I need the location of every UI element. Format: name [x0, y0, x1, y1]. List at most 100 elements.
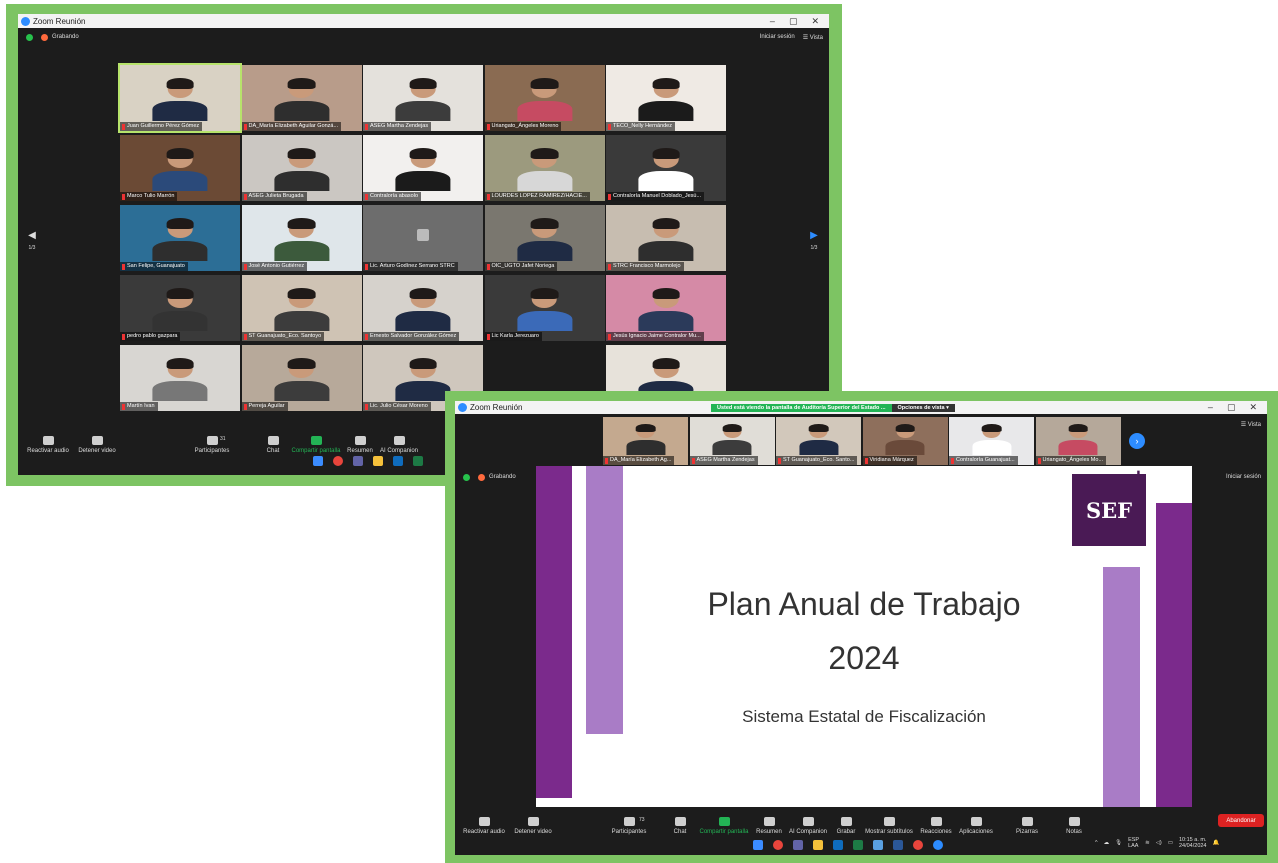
apps-button[interactable]: Aplicaciones — [955, 817, 997, 835]
ai-companion-button[interactable]: AI Companion — [376, 436, 422, 454]
video-tile[interactable]: ASEG Julieta Brugada — [241, 135, 362, 201]
video-tile[interactable]: Contraloría abasolo — [363, 135, 483, 201]
photos-icon[interactable] — [873, 840, 883, 850]
reactions-button[interactable]: Reacciones — [917, 817, 955, 835]
login-button[interactable]: Iniciar sesión — [1226, 474, 1261, 480]
maximize-icon[interactable]: ▢ — [789, 16, 798, 27]
chrome-icon-2[interactable] — [913, 840, 923, 850]
video-tile[interactable]: Contraloría Manuel Doblado_Jesú... — [606, 135, 726, 201]
next-page-button[interactable]: ▶ 1/3 — [806, 230, 822, 252]
tray-chevron-icon[interactable]: ^ — [1095, 840, 1098, 846]
muted-mic-icon — [365, 263, 368, 270]
zoom-taskbar-icon[interactable] — [933, 840, 943, 850]
video-tile[interactable]: TECO_Nelly Hernández — [606, 65, 726, 131]
view-button[interactable]: ☰ Vista — [1241, 421, 1261, 428]
strip-video-tile[interactable]: ASEG Martha Zendejas — [689, 417, 775, 465]
strip-video-tile[interactable]: DA_María Elizabeth Ag... — [603, 417, 688, 465]
video-tile[interactable]: Jesús Ignacio Jaime Contralor Mu... — [606, 275, 726, 341]
security-shield-icon[interactable] — [26, 33, 33, 41]
video-tile[interactable]: José Antonio Gutiérrez — [241, 205, 362, 271]
strip-video-tile[interactable]: Contraloría Guanajuat... — [949, 417, 1034, 465]
video-tile[interactable]: Ernesto Salvador González Gómez — [363, 275, 483, 341]
summary-button[interactable]: Resumen — [344, 436, 376, 454]
tray-network-icon[interactable]: ☁ — [1104, 840, 1110, 846]
tray-mic-icon[interactable]: 🎙 — [1115, 840, 1122, 846]
video-tile[interactable]: OIC_UGTO Jafet Noriega — [484, 205, 605, 271]
minimize-icon[interactable]: – — [1208, 402, 1213, 413]
chrome-icon[interactable] — [333, 456, 343, 466]
file-explorer-icon[interactable] — [373, 456, 383, 466]
whiteboards-button[interactable]: Pizarras — [1009, 817, 1045, 835]
close-icon[interactable]: ✕ — [811, 16, 819, 27]
strip-next-button[interactable]: › — [1129, 433, 1145, 449]
security-shield-icon[interactable] — [463, 473, 470, 481]
video-tile[interactable]: LOURDES LOPEZ RAMIREZ/HACIE... — [484, 135, 605, 201]
video-tile[interactable]: Perreja Aguilar — [241, 345, 362, 411]
volume-icon[interactable]: ◁) — [1156, 840, 1162, 846]
video-tile[interactable]: ASEG Martha Zendejas — [363, 65, 483, 131]
word-icon[interactable] — [893, 840, 903, 850]
view-button[interactable]: ☰ Vista — [803, 34, 823, 41]
language-indicator[interactable]: ESP LAA — [1128, 837, 1139, 849]
clock[interactable]: 10:15 a. m. 24/04/2024 — [1179, 837, 1207, 849]
summary-button[interactable]: Resumen — [753, 817, 785, 835]
view-options-button[interactable]: Opciones de vista ▾ — [891, 404, 955, 412]
chat-button[interactable]: Chat — [258, 436, 288, 454]
video-tile[interactable]: ST Guanajuato_Eco. Santoyo — [241, 275, 362, 341]
strip-video-tile[interactable]: Viridiana Márquez — [862, 417, 948, 465]
prev-page-button[interactable]: ◀ 1/3 — [24, 230, 40, 252]
windows-start-icon[interactable] — [753, 840, 763, 850]
chrome-icon[interactable] — [773, 840, 783, 850]
participant-name: Juan Guillermo Pérez Gómez — [120, 122, 203, 131]
participants-icon — [623, 817, 635, 826]
video-tile[interactable]: Lic. Arturo Godínez Serrano STRC — [363, 205, 483, 271]
close-icon[interactable]: ✕ — [1249, 402, 1257, 413]
video-tile[interactable]: DA_María Elizabeth Aguilar Gonzá... — [241, 65, 362, 131]
teams-icon[interactable] — [793, 840, 803, 850]
wifi-icon[interactable]: ≋ — [1145, 840, 1150, 846]
share-screen-button[interactable]: Compartir pantalla — [288, 436, 344, 454]
stop-video-button[interactable]: Detener video — [509, 817, 557, 835]
notes-button[interactable]: Notas — [1059, 817, 1089, 835]
video-tile[interactable]: pedro pablo gazpara — [120, 275, 240, 341]
video-tile[interactable]: Juan Guillermo Pérez Gómez — [118, 63, 242, 133]
video-tile[interactable]: San Felipe, Guanajuato — [120, 205, 240, 271]
share-screen-button[interactable]: Compartir pantalla — [695, 817, 753, 835]
participants-button[interactable]: Participantes 31 — [188, 436, 236, 454]
video-tile[interactable]: Uriangato_Ángeles Moreno — [484, 65, 605, 131]
maximize-icon[interactable]: ▢ — [1227, 402, 1236, 413]
outlook-icon[interactable] — [833, 840, 843, 850]
muted-mic-icon — [243, 403, 247, 410]
video-tile[interactable]: STRC Francisco Marmolejo — [606, 205, 726, 271]
leave-button[interactable]: Abandonar — [1218, 814, 1264, 827]
share-screen-label: Compartir pantalla — [699, 829, 749, 835]
unmute-button[interactable]: Reactivar audio — [24, 436, 72, 454]
participant-name: pedro pablo gazpara — [120, 332, 181, 341]
login-button[interactable]: Iniciar sesión — [760, 34, 795, 41]
record-button[interactable]: Grabar — [831, 817, 861, 835]
strip-video-tile[interactable]: ST Guanajuato_Eco. Santo... — [776, 417, 861, 465]
windows-start-icon[interactable] — [313, 456, 323, 466]
participants-button[interactable]: Participantes 73 — [607, 817, 651, 835]
battery-icon[interactable]: ▭ — [1168, 840, 1173, 846]
chat-button[interactable]: Chat — [665, 817, 695, 835]
video-tile[interactable]: Marco Tulio Marrón — [120, 135, 240, 201]
captions-button[interactable]: Mostrar subtítulos — [861, 817, 917, 835]
ai-companion-button[interactable]: AI Companion — [785, 817, 831, 835]
participant-name: STRC Francisco Marmolejo — [606, 262, 684, 271]
video-tile[interactable]: Martín Ivan — [120, 345, 240, 411]
file-explorer-icon[interactable] — [813, 840, 823, 850]
strip-video-tile[interactable]: Uriangato_Ángeles Mo... — [1035, 417, 1121, 465]
minimize-icon[interactable]: – — [770, 16, 775, 27]
teams-icon[interactable] — [353, 456, 363, 466]
apps-label: Aplicaciones — [959, 829, 993, 835]
sparkle-icon — [802, 817, 814, 826]
microphone-muted-icon — [42, 436, 54, 445]
stop-video-button[interactable]: Detener video — [72, 436, 122, 454]
notification-bell-icon[interactable]: 🔔 — [1213, 840, 1220, 846]
unmute-button[interactable]: Reactivar audio — [459, 817, 509, 835]
video-tile[interactable]: Lic Karla Jerezuaro — [484, 275, 605, 341]
excel-icon[interactable] — [853, 840, 863, 850]
outlook-icon[interactable] — [393, 456, 403, 466]
excel-icon[interactable] — [413, 456, 423, 466]
